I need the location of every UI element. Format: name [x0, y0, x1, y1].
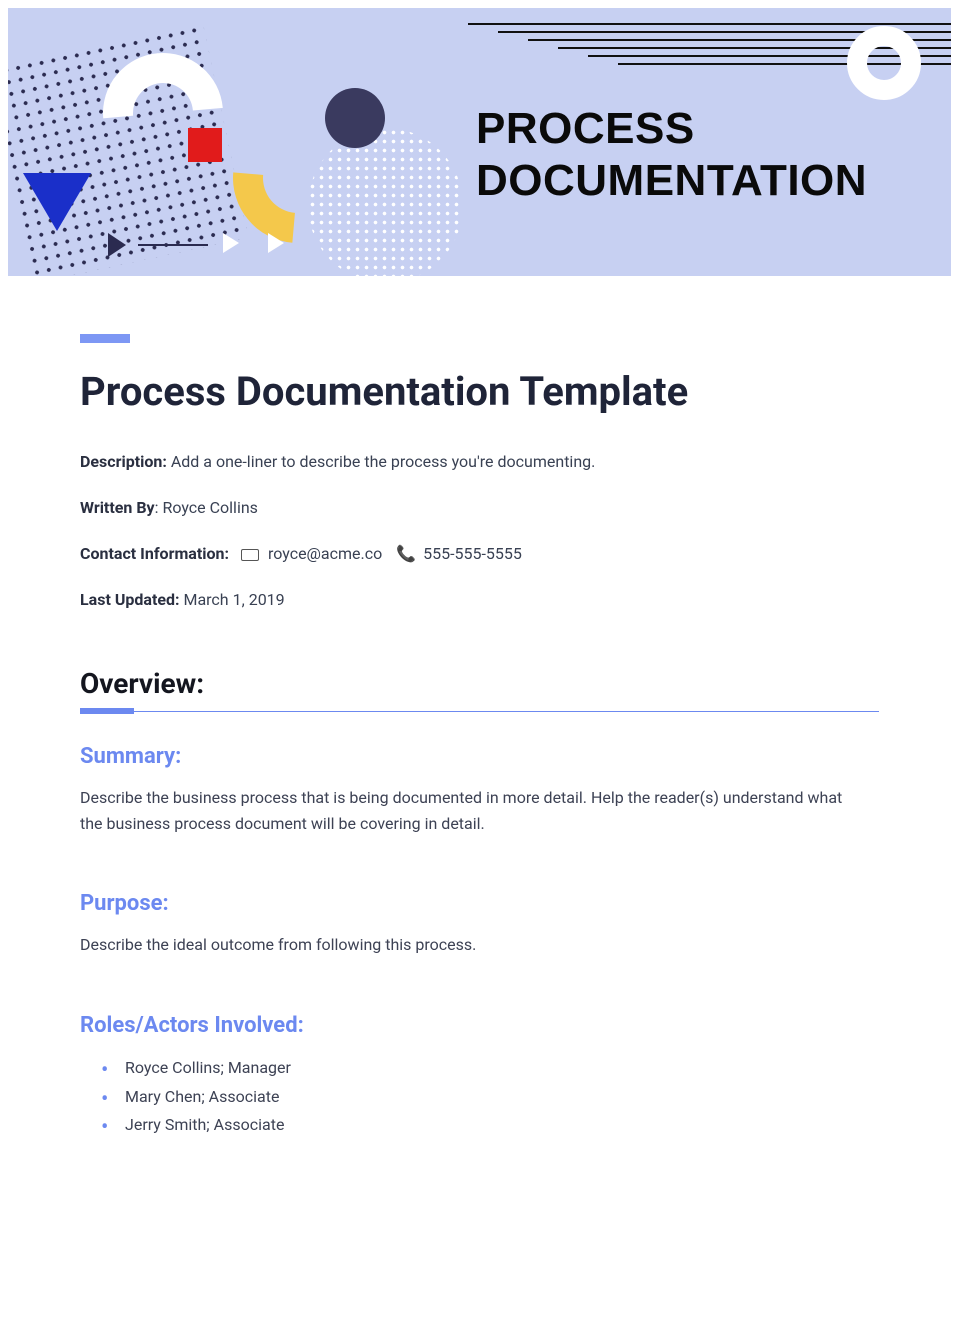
- navy-circle: [325, 88, 385, 148]
- accent-bar: [80, 334, 130, 343]
- purpose-heading: Purpose:: [80, 891, 879, 916]
- description-label: Description:: [80, 452, 167, 471]
- contact-phone: 555-555-5555: [423, 544, 522, 563]
- mail-icon: [241, 549, 259, 561]
- overview-heading: Overview:: [80, 667, 879, 700]
- contact-row: Contact Information: royce@acme.co 📞 555…: [80, 542, 879, 566]
- description-value: Add a one-liner to describe the process …: [167, 452, 596, 471]
- updated-label: Last Updated:: [80, 590, 180, 609]
- list-item: Mary Chen; Associate: [125, 1083, 879, 1112]
- contact-label: Contact Information:: [80, 544, 229, 563]
- writtenby-label: Written By: [80, 498, 155, 517]
- dash-line: [138, 244, 208, 246]
- writtenby-value: : Royce Collins: [155, 498, 258, 517]
- summary-body: Describe the business process that is be…: [80, 785, 860, 836]
- play-icon: [108, 233, 126, 257]
- page-title: Process Documentation Template: [80, 368, 879, 415]
- hero-banner: PROCESS DOCUMENTATION: [8, 8, 951, 276]
- ring-icon: [847, 26, 921, 100]
- contact-email: royce@acme.co: [268, 544, 382, 563]
- section-rule: [80, 711, 879, 712]
- updated-row: Last Updated: March 1, 2019: [80, 588, 879, 612]
- writtenby-row: Written By: Royce Collins: [80, 496, 879, 520]
- summary-heading: Summary:: [80, 744, 879, 769]
- blue-triangle: [23, 173, 91, 231]
- updated-value: March 1, 2019: [180, 590, 285, 609]
- description-row: Description: Add a one-liner to describe…: [80, 450, 879, 474]
- purpose-body: Describe the ideal outcome from followin…: [80, 932, 860, 958]
- red-square: [188, 128, 222, 162]
- banner-title: PROCESS DOCUMENTATION: [476, 103, 867, 207]
- list-item: Royce Collins; Manager: [125, 1054, 879, 1083]
- play-icon: [223, 233, 239, 253]
- play-icon: [268, 233, 284, 253]
- document-body: Process Documentation Template Descripti…: [0, 284, 959, 1160]
- phone-icon: 📞: [396, 544, 416, 563]
- roles-heading: Roles/Actors Involved:: [80, 1013, 879, 1038]
- list-item: Jerry Smith; Associate: [125, 1111, 879, 1140]
- roles-list: Royce Collins; Manager Mary Chen; Associ…: [80, 1054, 879, 1140]
